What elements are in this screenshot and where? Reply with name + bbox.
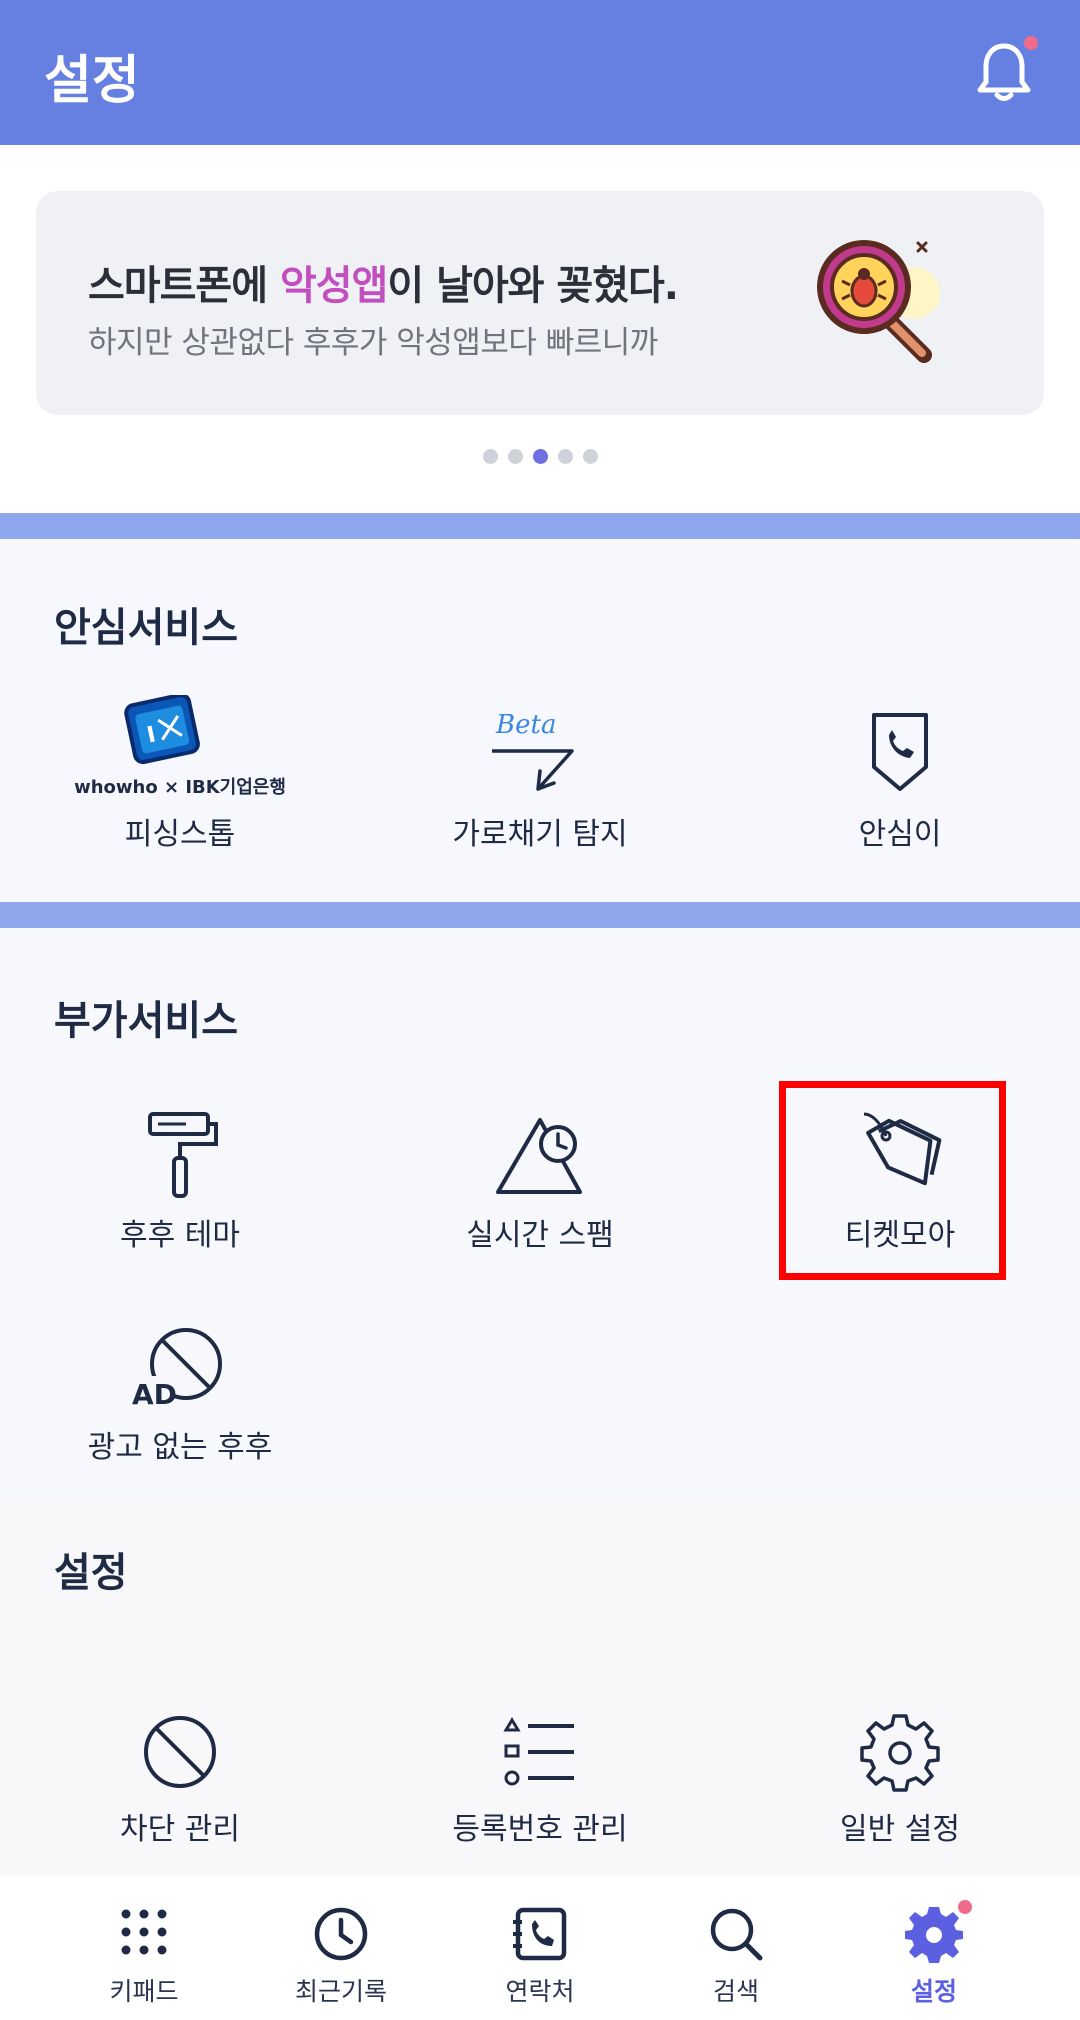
safety-services-title: 안심서비스 xyxy=(54,605,238,651)
tile-intercept-detection[interactable]: Beta 가로채기 탐지 xyxy=(360,695,720,853)
extra-services-title: 부가서비스 xyxy=(54,998,238,1044)
tab-recent[interactable]: 최근기록 xyxy=(233,1876,449,2020)
safety-services-section: 안심서비스 I whowho × IBK기업은행 피싱스톱 Beta 가로채기 … xyxy=(0,539,1080,902)
tile-label: 차단 관리 xyxy=(120,1812,240,1847)
banner-subline: 하지만 상관없다 후후가 악성앱보다 빠르니까 xyxy=(88,325,658,361)
promo-banner[interactable]: 스마트폰에 악성앱이 날아와 꽂혔다. 하지만 상관없다 후후가 악성앱보다 빠… xyxy=(36,191,1044,415)
tile-safe-call[interactable]: 안심이 xyxy=(720,695,1080,853)
settings-title: 설정 xyxy=(54,1550,128,1596)
tab-settings[interactable]: 설정 xyxy=(826,1876,1042,2020)
pager-dot[interactable] xyxy=(507,449,523,464)
tab-search[interactable]: 검색 xyxy=(628,1876,844,2020)
contacts-icon xyxy=(513,1907,567,1961)
banner-headline: 스마트폰에 악성앱이 날아와 꽂혔다. xyxy=(88,263,679,309)
clock-icon xyxy=(314,1907,368,1961)
intercept-arrow-icon: Beta xyxy=(492,710,574,791)
tab-label: 설정 xyxy=(910,1977,957,2006)
triangle-clock-icon xyxy=(496,1118,582,1194)
tile-realtime-spam[interactable]: 실시간 스팸 xyxy=(360,1106,720,1254)
settings-section: 설정 차단 관리 등록번호 관리 일반 설정 xyxy=(0,1496,1080,1876)
notification-dot xyxy=(1024,36,1038,50)
tile-general-settings[interactable]: 일반 설정 xyxy=(720,1708,1080,1848)
pager-dot[interactable] xyxy=(482,449,498,464)
tile-label: 광고 없는 후후 xyxy=(87,1430,273,1465)
tab-label: 검색 xyxy=(712,1977,759,2006)
tab-label: 연락처 xyxy=(505,1977,575,2006)
tile-label: 안심이 xyxy=(858,817,942,852)
ibk-logo-icon: I whowho × IBK기업은행 xyxy=(74,695,286,798)
ibk-logo-text: whowho × IBK기업은행 xyxy=(74,777,286,798)
section-divider xyxy=(0,513,1080,539)
bottom-tab-bar: 키패드 최근기록 연락처 검색 설정 xyxy=(0,1876,1080,2020)
tile-phishing-stop[interactable]: I whowho × IBK기업은행 피싱스톱 xyxy=(0,695,360,853)
page-title: 설정 xyxy=(44,51,140,111)
tab-label: 키패드 xyxy=(109,1977,179,2006)
paint-roller-icon xyxy=(148,1112,218,1198)
section-divider xyxy=(0,902,1080,928)
app-bar: 설정 xyxy=(0,0,1080,145)
tile-label: 피싱스톱 xyxy=(124,817,236,852)
keypad-icon xyxy=(121,1909,167,1955)
pager-dot[interactable] xyxy=(557,449,573,464)
tile-whowho-theme[interactable]: 후후 테마 xyxy=(0,1106,360,1254)
gear-icon xyxy=(860,1714,940,1792)
tab-keypad[interactable]: 키패드 xyxy=(36,1876,252,2020)
tile-no-ads[interactable]: AD 광고 없는 후후 xyxy=(0,1318,360,1466)
banner-pager xyxy=(0,449,1080,468)
tile-label: 후후 테마 xyxy=(120,1218,240,1253)
gear-icon xyxy=(905,1907,963,1963)
tab-contacts[interactable]: 연락처 xyxy=(432,1876,648,2020)
beta-badge: Beta xyxy=(495,710,556,740)
tile-label: 가로채기 탐지 xyxy=(452,817,628,852)
banner-section: 스마트폰에 악성앱이 날아와 꽂혔다. 하지만 상관없다 후후가 악성앱보다 빠… xyxy=(0,145,1080,513)
shield-phone-icon xyxy=(872,713,928,791)
malware-magnifier-icon xyxy=(817,240,940,363)
tile-label: 일반 설정 xyxy=(840,1812,960,1847)
no-ad-icon: AD xyxy=(130,1328,222,1411)
pager-dot-active[interactable] xyxy=(532,449,548,464)
tile-label: 등록번호 관리 xyxy=(452,1812,628,1847)
list-icon xyxy=(503,1717,574,1786)
ad-text: AD xyxy=(132,1378,177,1411)
pager-dot[interactable] xyxy=(582,449,598,464)
tile-label: 실시간 스팸 xyxy=(466,1218,614,1253)
search-icon xyxy=(710,1908,763,1961)
tile-registered-numbers[interactable]: 등록번호 관리 xyxy=(360,1708,720,1848)
block-icon xyxy=(144,1716,216,1788)
notification-dot xyxy=(958,1900,972,1914)
selection-highlight-box xyxy=(779,1081,1006,1280)
tile-block-management[interactable]: 차단 관리 xyxy=(0,1708,360,1848)
notification-button[interactable] xyxy=(964,32,1044,112)
tab-label: 최근기록 xyxy=(294,1977,387,2006)
